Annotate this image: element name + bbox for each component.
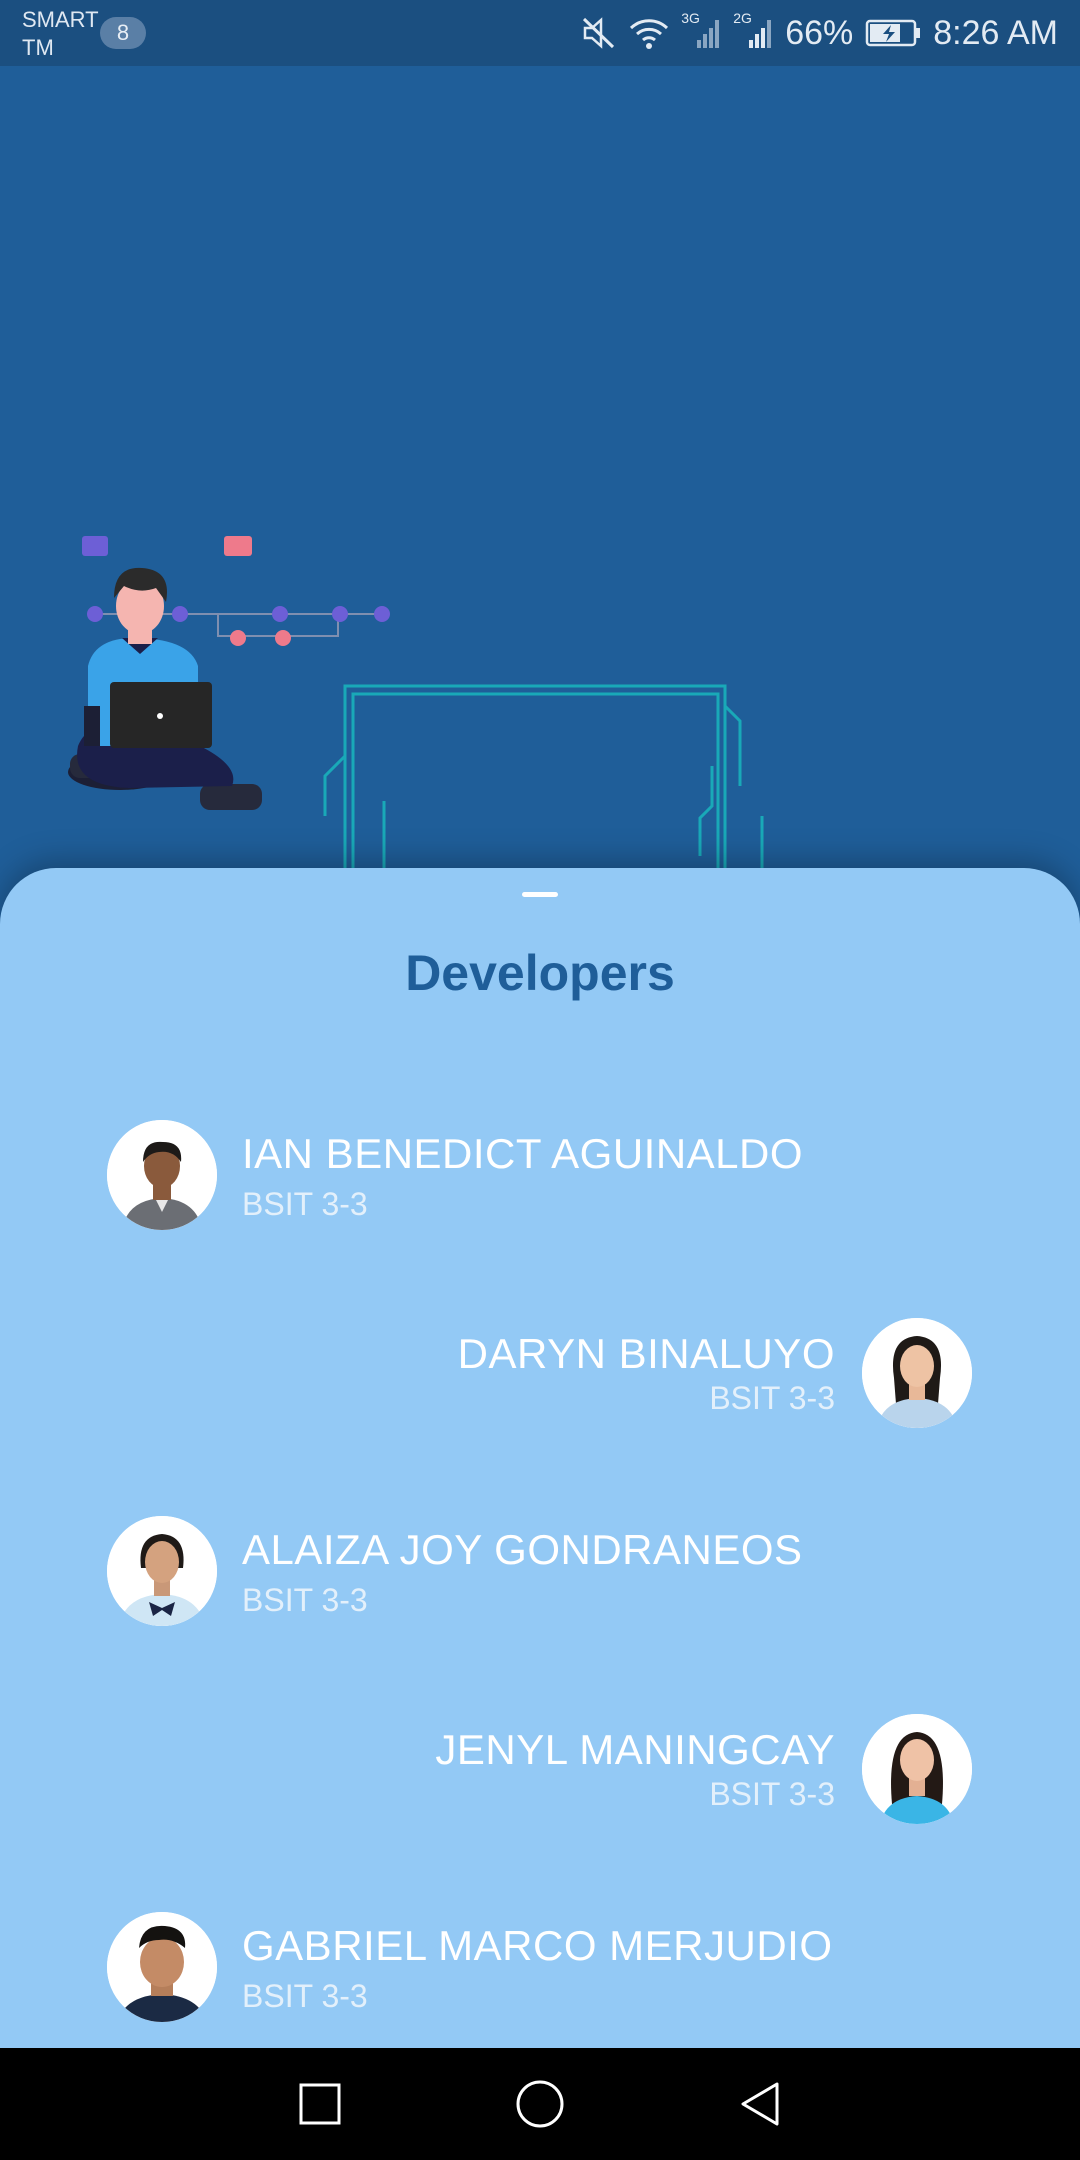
notification-count-badge: 8: [100, 17, 146, 49]
hero-illustration: [0, 66, 1080, 886]
recents-square-icon[interactable]: [260, 2048, 380, 2160]
status-icons: 3G 2G 66% 8:26 AM: [581, 0, 1058, 66]
developer-course: BSIT 3-3: [709, 1380, 835, 1416]
battery-percent: 66%: [785, 13, 854, 52]
developer-illustration: [68, 536, 764, 886]
avatar: [107, 1120, 217, 1230]
sheet-title: Developers: [405, 945, 675, 1001]
person-figure: [68, 567, 262, 810]
status-bar: SMART TM 8 3G 2G 66% 8:26 AM: [0, 0, 1080, 66]
avatar: [862, 1318, 972, 1428]
developer-item: JENYL MANINGCAY BSIT 3-3: [0, 1714, 1080, 1834]
carrier-name-secondary: TM: [22, 35, 54, 60]
carrier-label: SMART TM: [22, 6, 99, 62]
home-circle-icon[interactable]: [480, 2048, 600, 2160]
developer-course: BSIT 3-3: [709, 1776, 835, 1812]
developer-item: ALAIZA JOY GONDRANEOS BSIT 3-3: [0, 1516, 1080, 1636]
signal-3g-icon: 3G: [681, 10, 721, 50]
developer-name: ALAIZA JOY GONDRANEOS: [242, 1526, 803, 1573]
developers-bottom-sheet[interactable]: Developers IAN BENEDICT AGUINALDO BSIT 3…: [0, 868, 1080, 2048]
avatar: [107, 1516, 217, 1626]
developer-course: BSIT 3-3: [242, 1978, 368, 2014]
battery-charging-icon: [865, 18, 921, 48]
developer-item: DARYN BINALUYO BSIT 3-3: [0, 1318, 1080, 1438]
developer-name: IAN BENEDICT AGUINALDO: [242, 1130, 804, 1177]
sheet-drag-handle[interactable]: [522, 892, 558, 897]
developer-name: JENYL MANINGCAY: [435, 1726, 835, 1773]
developer-name: GABRIEL MARCO MERJUDIO: [242, 1922, 833, 1969]
network-type-2g: 2G: [733, 10, 752, 26]
mute-icon: [581, 16, 617, 50]
wifi-icon: [629, 16, 669, 50]
network-type-3g: 3G: [681, 10, 700, 26]
avatar: [862, 1714, 972, 1824]
avatar: [107, 1912, 217, 2022]
developer-item: IAN BENEDICT AGUINALDO BSIT 3-3: [0, 1120, 1080, 1240]
back-triangle-icon[interactable]: [700, 2048, 820, 2160]
clock: 8:26 AM: [933, 13, 1058, 52]
carrier-name: SMART: [22, 7, 99, 32]
developer-course: BSIT 3-3: [242, 1186, 368, 1222]
developer-course: BSIT 3-3: [242, 1582, 368, 1618]
signal-2g-icon: 2G: [733, 10, 773, 50]
system-navigation-bar: [0, 2048, 1080, 2160]
developer-name: DARYN BINALUYO: [457, 1330, 835, 1377]
circuit-lines: [323, 684, 764, 886]
developer-item: GABRIEL MARCO MERJUDIO BSIT 3-3: [0, 1912, 1080, 2032]
